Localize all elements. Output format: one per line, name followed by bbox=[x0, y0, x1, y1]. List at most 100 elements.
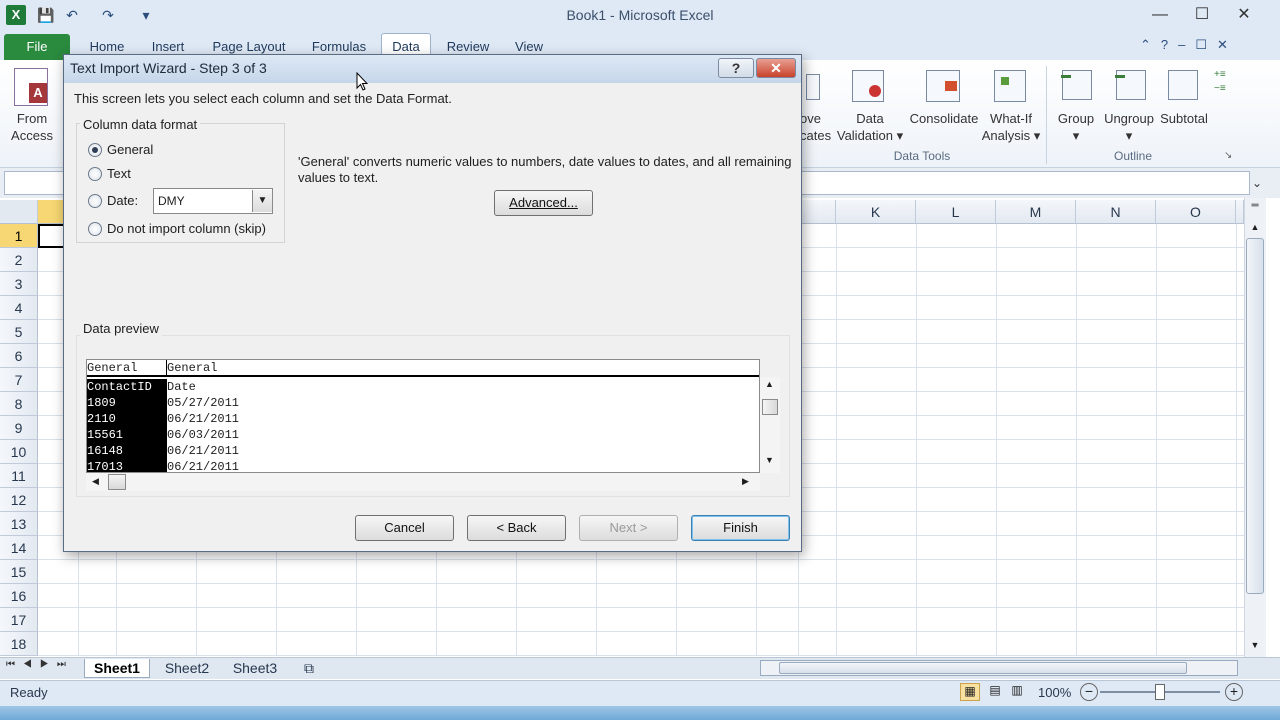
scroll-right-icon[interactable]: ▶ bbox=[742, 476, 749, 487]
ribbon-window-controls[interactable]: ⌃?–☐✕ bbox=[1140, 37, 1270, 55]
sheet-navigation-icons[interactable]: ⏮◀▶⏭ bbox=[6, 659, 78, 677]
preview-cell[interactable]: Date bbox=[167, 379, 757, 395]
date-radio-label[interactable]: Date: bbox=[107, 193, 138, 208]
page-break-view-icon[interactable]: ▥ bbox=[1008, 683, 1026, 701]
data-validation-button[interactable]: Data Validation ▾ bbox=[832, 110, 908, 144]
text-radio[interactable] bbox=[88, 167, 102, 181]
zoom-out-icon[interactable]: − bbox=[1080, 683, 1098, 701]
select-all-corner[interactable] bbox=[0, 200, 38, 224]
row-header[interactable]: 18 bbox=[0, 632, 38, 656]
preview-cell[interactable]: 06/03/2011 bbox=[167, 427, 757, 443]
preview-cell[interactable]: ContactID bbox=[87, 379, 167, 395]
row-header[interactable]: 1 bbox=[0, 224, 38, 248]
zoom-in-icon[interactable]: + bbox=[1225, 683, 1243, 701]
sheet-tab-3[interactable]: Sheet3 bbox=[224, 659, 286, 678]
dialog-close-button[interactable]: ✕ bbox=[756, 58, 796, 78]
what-if-analysis-button[interactable]: What-If Analysis ▾ bbox=[978, 110, 1044, 144]
preview-cell[interactable]: 2110 bbox=[87, 411, 167, 427]
data-preview-table[interactable]: General General ContactID Date 1809 05/27/2… bbox=[86, 359, 760, 473]
preview-hscroll-thumb[interactable] bbox=[108, 474, 126, 490]
insert-sheet-icon[interactable]: ⧉ bbox=[292, 659, 326, 678]
scroll-down-icon[interactable]: ▼ bbox=[1247, 640, 1263, 654]
sheet-tab-2[interactable]: Sheet2 bbox=[156, 659, 218, 678]
scroll-left-icon[interactable]: ◀ bbox=[92, 476, 99, 487]
from-access-button[interactable]: From Access bbox=[4, 110, 60, 144]
column-header-p[interactable] bbox=[1236, 200, 1244, 224]
row-header[interactable]: 6 bbox=[0, 344, 38, 368]
cancel-button[interactable]: Cancel bbox=[355, 515, 454, 541]
general-radio[interactable] bbox=[88, 143, 102, 157]
row-header[interactable]: 15 bbox=[0, 560, 38, 584]
horizontal-scrollbar[interactable] bbox=[760, 660, 1238, 676]
preview-horizontal-scrollbar[interactable]: ◀ ▶ bbox=[86, 473, 760, 491]
row-header[interactable]: 9 bbox=[0, 416, 38, 440]
general-radio-label[interactable]: General bbox=[107, 142, 153, 157]
preview-column-header[interactable]: General bbox=[167, 360, 759, 377]
preview-cell[interactable]: 06/21/2011 bbox=[167, 459, 757, 472]
maximize-button[interactable]: ☐ bbox=[1180, 2, 1224, 28]
row-header[interactable]: 17 bbox=[0, 608, 38, 632]
row-header[interactable]: 8 bbox=[0, 392, 38, 416]
column-header-j[interactable] bbox=[798, 200, 836, 224]
outline-dialog-launcher-icon[interactable]: ↘ bbox=[1224, 150, 1232, 161]
split-box-icon[interactable]: ═ bbox=[1247, 200, 1263, 212]
close-button[interactable]: ✕ bbox=[1222, 2, 1266, 28]
access-icon[interactable]: A bbox=[14, 68, 48, 106]
text-radio-label[interactable]: Text bbox=[107, 166, 131, 181]
date-radio[interactable] bbox=[88, 194, 102, 208]
preview-cell[interactable]: 15561 bbox=[87, 427, 167, 443]
preview-vertical-scrollbar[interactable]: ▲ ▼ bbox=[760, 377, 780, 473]
row-header[interactable]: 11 bbox=[0, 464, 38, 488]
ungroup-button[interactable]: Ungroup ▾ bbox=[1100, 110, 1158, 144]
show-hide-detail-icons[interactable]: +≡ −≡ bbox=[1214, 68, 1230, 108]
scroll-down-icon[interactable]: ▼ bbox=[765, 455, 774, 465]
dialog-help-button[interactable]: ? bbox=[718, 58, 754, 78]
column-header-n[interactable]: N bbox=[1076, 200, 1156, 224]
row-header[interactable]: 5 bbox=[0, 320, 38, 344]
sheet-tab-1[interactable]: Sheet1 bbox=[84, 659, 150, 678]
subtotal-button[interactable]: Subtotal bbox=[1156, 110, 1212, 127]
finish-button[interactable]: Finish bbox=[691, 515, 790, 541]
column-header-l[interactable]: L bbox=[916, 200, 996, 224]
row-header[interactable]: 4 bbox=[0, 296, 38, 320]
minimize-button[interactable]: — bbox=[1138, 2, 1182, 28]
row-header[interactable]: 3 bbox=[0, 272, 38, 296]
zoom-level[interactable]: 100% bbox=[1038, 685, 1071, 700]
group-button[interactable]: Group ▾ bbox=[1050, 110, 1102, 144]
page-layout-view-icon[interactable]: ▤ bbox=[986, 683, 1004, 701]
column-header-o[interactable]: O bbox=[1156, 200, 1236, 224]
row-header[interactable]: 13 bbox=[0, 512, 38, 536]
preview-cell[interactable]: 06/21/2011 bbox=[167, 411, 757, 427]
tab-file[interactable]: File bbox=[4, 34, 70, 60]
zoom-slider-thumb[interactable] bbox=[1155, 684, 1165, 700]
preview-cell[interactable]: 05/27/2011 bbox=[167, 395, 757, 411]
advanced-button[interactable]: Advanced... bbox=[494, 190, 593, 216]
vertical-scroll-thumb[interactable] bbox=[1246, 238, 1264, 594]
skip-radio-label[interactable]: Do not import column (skip) bbox=[107, 221, 266, 236]
row-header[interactable]: 16 bbox=[0, 584, 38, 608]
row-header[interactable]: 7 bbox=[0, 368, 38, 392]
preview-cell[interactable]: 06/21/2011 bbox=[167, 443, 757, 459]
row-header[interactable]: 14 bbox=[0, 536, 38, 560]
row-header[interactable]: 10 bbox=[0, 440, 38, 464]
preview-cell[interactable]: 16148 bbox=[87, 443, 167, 459]
back-button[interactable]: < Back bbox=[467, 515, 566, 541]
expand-formula-bar-icon[interactable]: ⌄ bbox=[1246, 172, 1268, 194]
skip-radio[interactable] bbox=[88, 222, 102, 236]
row-header[interactable]: 2 bbox=[0, 248, 38, 272]
row-header[interactable]: 12 bbox=[0, 488, 38, 512]
date-format-select[interactable]: DMY ▼ bbox=[153, 188, 273, 214]
normal-view-icon[interactable]: ▦ bbox=[960, 683, 980, 701]
scroll-up-icon[interactable]: ▲ bbox=[1247, 222, 1263, 236]
preview-cell[interactable]: 17013 bbox=[87, 459, 167, 472]
column-header-m[interactable]: M bbox=[996, 200, 1076, 224]
remove-duplicates-button[interactable]: ove cates bbox=[800, 110, 831, 144]
preview-column-header[interactable]: General bbox=[87, 360, 167, 377]
consolidate-button[interactable]: Consolidate bbox=[906, 110, 982, 127]
column-header-k[interactable]: K bbox=[836, 200, 916, 224]
horizontal-scroll-thumb[interactable] bbox=[779, 662, 1187, 674]
scroll-up-icon[interactable]: ▲ bbox=[765, 379, 774, 389]
preview-vscroll-thumb[interactable] bbox=[762, 399, 778, 415]
chevron-down-icon[interactable]: ▼ bbox=[252, 190, 272, 212]
preview-cell[interactable]: 1809 bbox=[87, 395, 167, 411]
